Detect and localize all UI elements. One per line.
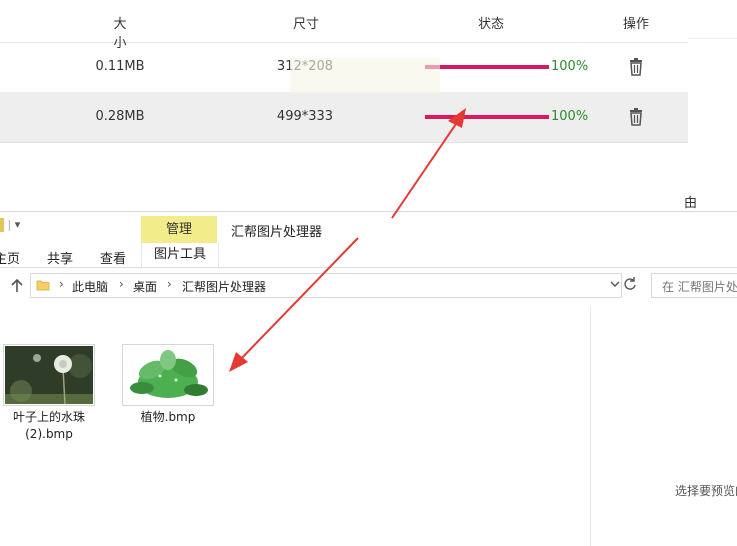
- file-name-line: 植物.bmp: [140, 410, 196, 424]
- quick-access-toolbar[interactable]: | ▾: [0, 218, 20, 232]
- table-header: 大小 尺寸 状态 操作: [0, 0, 688, 51]
- converter-file-table: 大小 尺寸 状态 操作 0.11MB 312*208 100% 0.28MB 4…: [0, 0, 688, 143]
- address-row: › 此电脑 › 桌面 › 汇帮图片处理器 在 汇帮图片处: [0, 271, 737, 301]
- search-placeholder: 在 汇帮图片处: [662, 280, 737, 294]
- address-bar[interactable]: › 此电脑 › 桌面 › 汇帮图片处理器: [30, 273, 622, 298]
- file-name-line: (2).bmp: [25, 427, 73, 441]
- file-thumbnail: [3, 344, 95, 406]
- breadcrumb-desktop[interactable]: 桌面: [133, 278, 157, 295]
- progress-percent: 100%: [551, 109, 589, 124]
- tab-view[interactable]: 查看: [100, 248, 126, 267]
- file-thumbnail: [122, 344, 214, 406]
- file-size: 0.11MB: [95, 59, 145, 74]
- chevron-down-icon[interactable]: [609, 277, 621, 291]
- file-name: 叶子上的水珠 (2).bmp: [2, 409, 96, 443]
- progress-fill: [425, 115, 549, 119]
- table-row[interactable]: 0.28MB 499*333 100%: [0, 92, 688, 143]
- tab-picture-tools[interactable]: 图片工具: [141, 243, 219, 267]
- tab-home[interactable]: 主页: [0, 248, 20, 267]
- refresh-icon[interactable]: [622, 275, 638, 293]
- progress-bar: [425, 65, 549, 69]
- header-status: 状态: [477, 17, 504, 32]
- progress-fill: [425, 65, 549, 69]
- trash-icon[interactable]: [628, 58, 644, 76]
- qat-dropdown-icon[interactable]: ▾: [15, 218, 21, 231]
- file-name: 植物.bmp: [120, 409, 216, 426]
- plant-thumbnail: [124, 346, 212, 404]
- ribbon-tabs: 主页 共享 查看 图片工具: [0, 243, 737, 268]
- progress-bar: [425, 115, 549, 119]
- header-actions: 操作: [622, 17, 649, 32]
- folder-icon: [0, 218, 4, 232]
- header-dimensions: 尺寸: [292, 17, 319, 32]
- breadcrumb-separator: ›: [119, 277, 124, 291]
- tab-share[interactable]: 共享: [47, 248, 73, 267]
- file-list: 叶子上的水珠 (2).bmp 植物.bmp: [0, 306, 590, 546]
- side-text: 甶: [684, 196, 698, 211]
- search-input[interactable]: 在 汇帮图片处: [651, 273, 737, 298]
- preview-pane: 选择要预览的: [590, 306, 737, 546]
- file-dimensions: 499*333: [276, 109, 334, 124]
- breadcrumb-separator: ›: [167, 277, 172, 291]
- breadcrumb-this-pc[interactable]: 此电脑: [72, 278, 108, 295]
- breadcrumb-separator: ›: [59, 277, 64, 291]
- file-size: 0.28MB: [95, 109, 145, 124]
- trash-icon[interactable]: [628, 108, 644, 126]
- breadcrumb-folder[interactable]: 汇帮图片处理器: [182, 278, 266, 295]
- file-item[interactable]: 植物.bmp: [120, 344, 216, 426]
- preview-hint: 选择要预览的: [675, 484, 737, 498]
- up-arrow-icon[interactable]: [8, 277, 26, 295]
- file-item[interactable]: 叶子上的水珠 (2).bmp: [2, 344, 96, 443]
- progress-percent: 100%: [551, 59, 589, 74]
- context-tab-manage[interactable]: 管理: [141, 216, 217, 243]
- folder-icon: [36, 280, 50, 291]
- watermark: [290, 58, 440, 94]
- dandelion-thumbnail: [5, 346, 93, 405]
- window-title: 汇帮图片处理器: [231, 225, 323, 240]
- file-explorer-window: | ▾ 管理 汇帮图片处理器 主页 共享 查看 图片工具 › 此电脑 › 桌面 …: [0, 211, 737, 546]
- file-name-line: 叶子上的水珠: [12, 410, 85, 424]
- window-edge: [688, 0, 737, 39]
